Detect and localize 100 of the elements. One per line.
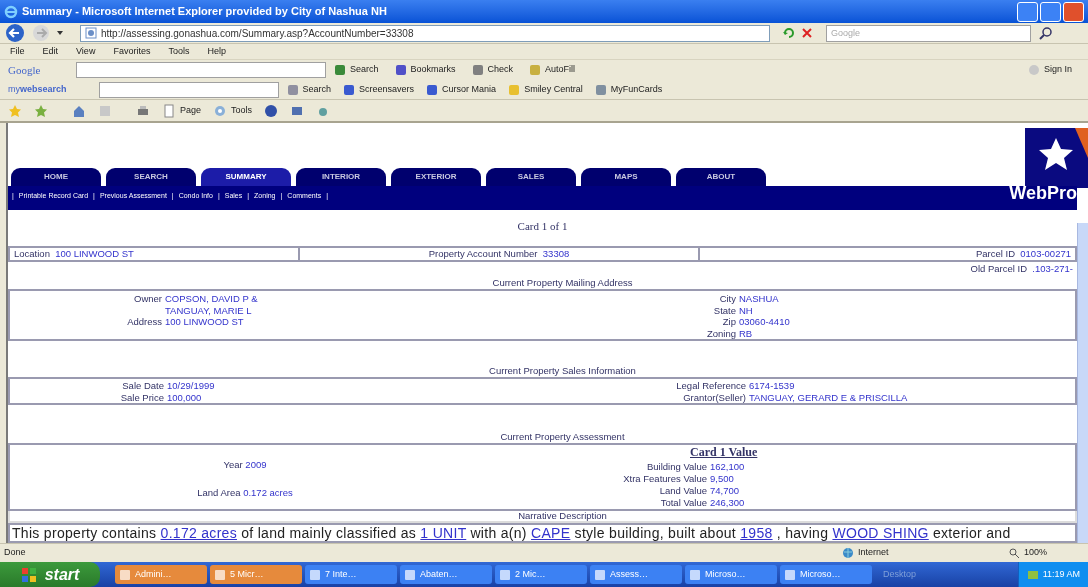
toolbar-logo: mywebsearch (8, 82, 67, 96)
search-field[interactable]: Google (826, 24, 1031, 42)
close-button[interactable] (1063, 1, 1084, 22)
toolbar-icon (394, 64, 407, 76)
taskbar-button[interactable]: Assess… (590, 565, 682, 584)
old-parcel-text: Old Parcel ID .103-271- (970, 261, 1073, 276)
command-button[interactable]: Tools (231, 103, 253, 118)
field-value: COPSON, DAVID P & (165, 293, 259, 305)
app-icon (309, 568, 321, 581)
search-icon (1039, 26, 1053, 40)
taskbar-button[interactable]: 2 Mic… (495, 565, 587, 584)
nav-tab[interactable]: SUMMARY (201, 168, 291, 186)
sign-in-button[interactable]: Sign In (1043, 63, 1072, 77)
maximize-button[interactable] (1040, 1, 1061, 22)
add-favorites-icon (34, 103, 48, 118)
field-value: 74,700 (710, 485, 741, 497)
nav-tab[interactable]: MAPS (581, 168, 671, 186)
nav-tab[interactable]: SEARCH (106, 168, 196, 186)
toolbar-icon (471, 64, 484, 76)
brand-name: WebPro (1009, 182, 1077, 205)
field-label: Owner (133, 293, 162, 305)
windows-logo-icon (20, 566, 37, 583)
toolbar-button[interactable]: AutoFill (545, 63, 576, 77)
menu-item[interactable]: Favorites (111, 44, 153, 59)
back-icon (4, 23, 26, 43)
field-label: Building Value (645, 461, 707, 473)
field-label: Sale Date (121, 380, 164, 392)
toolbar-label: Desktop (883, 567, 918, 581)
field-value: 03060-4410 (739, 316, 790, 328)
toolbar-button[interactable]: Check (487, 63, 514, 77)
toolbar-button[interactable]: MyFunCards (610, 82, 663, 97)
toolbar-button[interactable]: Cursor Mania (442, 82, 497, 97)
url-text: http://assessing.gonashua.com/Summary.asp?AccountNumber=33308 (101, 26, 414, 41)
zoom-level[interactable]: 100% (1024, 546, 1084, 560)
stop-icon (800, 26, 814, 40)
toolbar-button[interactable]: Search (350, 63, 379, 77)
user-icon (1027, 64, 1040, 76)
page-icon (85, 27, 97, 39)
command-button[interactable]: Page (180, 103, 202, 118)
menu-item[interactable]: File (8, 44, 27, 59)
field-value: 9,500 (710, 473, 735, 485)
parcel-text: Parcel ID 0103-00271 (975, 246, 1071, 261)
toolbar-button[interactable]: Bookmarks (410, 63, 456, 77)
taskbar-button[interactable]: 7 Inte… (305, 565, 397, 584)
favorites-star-icon (8, 103, 22, 118)
app-icon (784, 568, 796, 581)
browser-icon (4, 4, 18, 19)
taskbar-button[interactable]: Microso… (685, 565, 777, 584)
field-label: Legal Reference (675, 380, 746, 392)
field-value: 162,100 (710, 461, 746, 473)
nav-tab[interactable]: EXTERIOR (391, 168, 481, 186)
address-field[interactable]: http://assessing.gonashua.com/Summary.asp?AccountNumber=33308 (80, 24, 770, 42)
field-text: Year 2009 (223, 457, 267, 472)
menu-item[interactable]: Help (205, 44, 228, 59)
app-icon (214, 568, 226, 581)
menu-item[interactable]: Edit (40, 44, 61, 59)
toolbar-button[interactable]: Screensavers (359, 82, 415, 97)
taskbar-button[interactable]: Abaten… (400, 565, 492, 584)
nav-tab[interactable]: SALES (486, 168, 576, 186)
home-icon (72, 103, 86, 118)
value-heading: Card 1 Value (690, 445, 758, 459)
minimize-button[interactable] (1017, 1, 1038, 22)
section-heading: Current Property Sales Information (489, 363, 636, 378)
forward-icon (30, 23, 52, 43)
field-value: TANGUAY, MARIE L (165, 304, 253, 316)
field-label: Total Value (659, 497, 707, 509)
location-text: Location 100 LINWOOD ST (14, 246, 134, 261)
field-label: Zip (721, 316, 736, 328)
narrative-text: This property contains 0.172 acres of land mainly classified as 1 UNIT with a(n) CAPE style building, built about 1958 , having WOOD SHING exterior and (8, 523, 1077, 543)
toolbar-button[interactable]: Smiley Central (524, 82, 583, 97)
toolbar-logo: Google (8, 62, 42, 78)
clock-text: 11:19 AM (1042, 567, 1080, 581)
menu-item[interactable]: Tools (166, 44, 192, 59)
toolbar-icon (343, 83, 356, 96)
toolbar-button[interactable]: Search (302, 82, 332, 97)
start-button[interactable]: start (0, 562, 100, 587)
field-label: Address (126, 316, 162, 328)
toolbar-icon (508, 83, 521, 96)
menu-item[interactable]: View (74, 44, 98, 59)
app-icon (594, 568, 606, 581)
field-label: City (718, 293, 736, 305)
field-value: NASHUA (739, 293, 780, 305)
app-icon (499, 568, 511, 581)
nav-tab[interactable]: ABOUT (676, 168, 766, 186)
field-label: Xtra Features Value (622, 473, 707, 485)
taskbar-button[interactable]: Microso… (780, 565, 872, 584)
card-label: Card 1 of 1 (517, 220, 568, 232)
nav-tab[interactable]: INTERIOR (296, 168, 386, 186)
window-title: Summary - Microsoft Internet Explorer provided by City of Nashua NH (22, 4, 388, 20)
zoom-icon (1008, 547, 1020, 559)
google-search-field[interactable] (76, 62, 326, 78)
section-heading: Narrative Description (518, 508, 607, 523)
nav-tab[interactable]: HOME (11, 168, 101, 186)
field-label: Zoning (705, 327, 736, 339)
web-search-field[interactable] (98, 81, 279, 98)
app-icon (689, 568, 701, 581)
section-heading: Current Property Mailing Address (492, 275, 633, 290)
field-label: Grantor(Seller) (682, 392, 746, 404)
field-value: 246,300 (710, 497, 746, 509)
section-heading: Current Property Assessment (500, 429, 625, 444)
